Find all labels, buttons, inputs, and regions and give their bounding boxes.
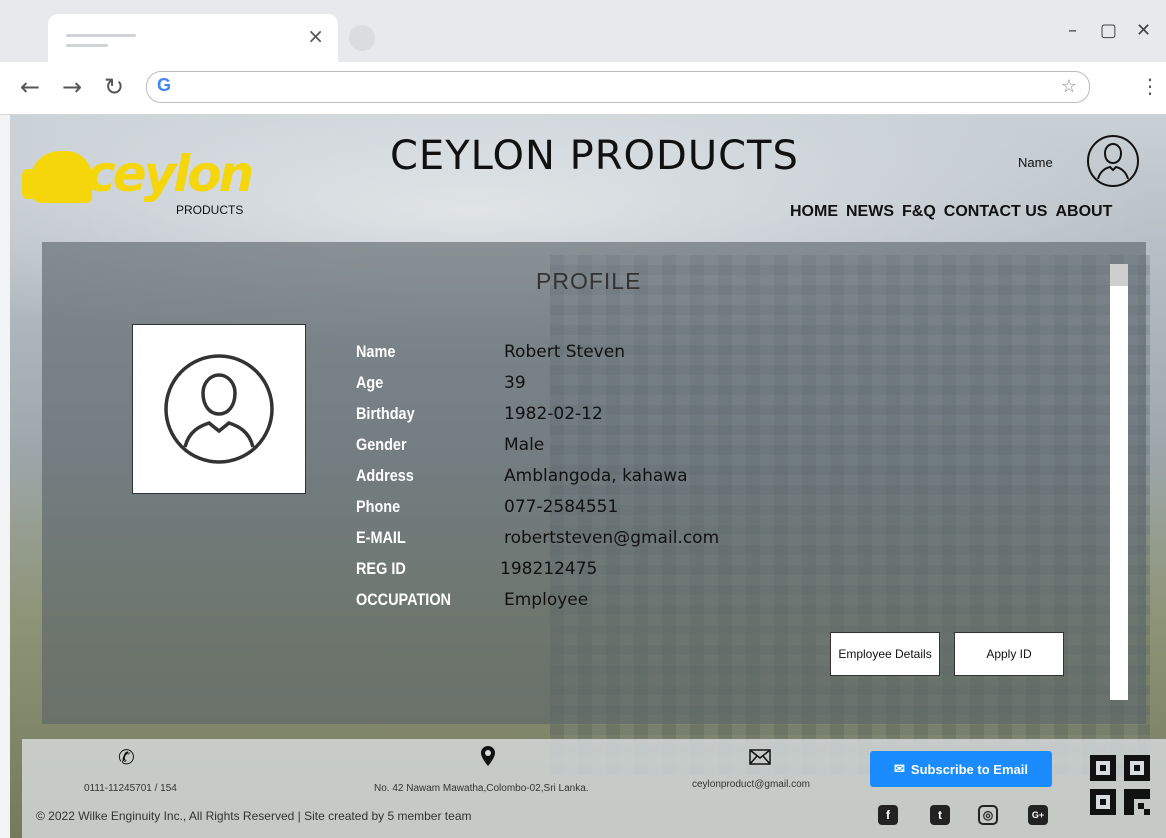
instagram-icon[interactable]: ◎ [978, 805, 998, 825]
logo-wordmark: ceylon [86, 145, 254, 203]
subscribe-email-button[interactable]: ✉ Subscribe to Email [870, 751, 1052, 787]
bookmark-star-icon[interactable]: ☆ [1061, 76, 1077, 97]
nav-news[interactable]: NEWS [846, 203, 894, 221]
browser-tab-bar: × – ▢ ✕ [0, 0, 1166, 62]
profile-title: PROFILE [536, 268, 642, 294]
field-occupation: OCCUPATION Employee [356, 590, 776, 621]
field-value: Amblangoda, kahawa [504, 466, 688, 486]
browser-menu-icon[interactable]: ⋮ [1140, 74, 1160, 98]
profile-photo [132, 324, 306, 494]
field-label: Gender [356, 435, 407, 454]
field-value: Male [504, 435, 545, 455]
field-label: Name [356, 342, 396, 361]
logo-subtitle: PRODUCTS [176, 203, 244, 217]
back-icon[interactable]: ← [20, 74, 40, 100]
user-avatar-icon[interactable] [1085, 133, 1141, 189]
footer-copyright: © 2022 Wilke Enginuity Inc., All Rights … [36, 809, 472, 823]
site-footer: ✆ 0111-11245701 / 154 No. 42 Nawam Mawat… [22, 739, 1166, 838]
field-reg-id: REG ID 198212475 [356, 559, 776, 590]
site-title: CEYLON PRODUCTS [390, 133, 799, 179]
field-value: 39 [504, 373, 526, 393]
scrollbar-thumb[interactable] [1110, 264, 1128, 286]
location-pin-icon [481, 746, 495, 766]
browser-tab[interactable]: × [48, 14, 338, 62]
field-value: 198212475 [500, 559, 598, 579]
facebook-icon[interactable]: f [878, 805, 898, 825]
qr-code-icon [1090, 755, 1150, 815]
field-label: Phone [356, 497, 401, 516]
envelope-icon: ✉ [894, 761, 905, 776]
tab-close-icon[interactable]: × [307, 26, 324, 46]
address-bar-row: ← → ↻ G ☆ ⋮ [0, 62, 1166, 115]
field-email: E-MAIL robertsteven@gmail.com [356, 528, 776, 559]
nav-home[interactable]: HOME [790, 203, 838, 221]
nav-fq[interactable]: F&Q [902, 203, 936, 221]
scrollbar[interactable] [1110, 264, 1128, 700]
twitter-icon[interactable]: t [930, 805, 950, 825]
nav-about[interactable]: ABOUT [1055, 203, 1112, 221]
apply-id-button[interactable]: Apply ID [954, 632, 1064, 676]
new-tab-button[interactable] [349, 25, 375, 51]
footer-phone: 0111-11245701 / 154 [84, 783, 177, 794]
field-value: robertsteven@gmail.com [504, 528, 720, 548]
field-value: Robert Steven [504, 342, 625, 362]
restore-icon[interactable]: ▢ [1100, 20, 1117, 41]
field-address: Address Amblangoda, kahawa [356, 466, 776, 497]
field-label: Birthday [356, 404, 415, 423]
phone-icon: ✆ [118, 745, 135, 769]
footer-address: No. 42 Nawam Mawatha,Colombo-02,Sri Lank… [374, 783, 589, 794]
main-nav: HOME NEWS F&Q CONTACT US ABOUT [790, 203, 1112, 221]
footer-email[interactable]: ceylonproduct@gmail.com [692, 779, 810, 790]
elephant-logo-icon [22, 151, 92, 203]
mail-icon [749, 749, 771, 765]
field-value: Employee [504, 590, 589, 610]
field-birthday: Birthday 1982-02-12 [356, 404, 776, 435]
field-value: 077-2584551 [504, 497, 619, 517]
site-logo[interactable]: ceylon PRODUCTS [22, 137, 266, 217]
reload-icon[interactable]: ↻ [104, 74, 124, 100]
field-phone: Phone 077-2584551 [356, 497, 776, 528]
field-value: 1982-02-12 [504, 404, 603, 424]
user-placeholder-icon [164, 354, 274, 464]
field-label: REG ID [356, 559, 406, 578]
subscribe-label: Subscribe to Email [910, 761, 1028, 777]
field-name: Name Robert Steven [356, 342, 776, 373]
profile-panel: PROFILE Name Robert Steven Age 39 Birthd… [42, 242, 1146, 724]
tab-title-placeholder [66, 44, 108, 47]
field-label: E-MAIL [356, 528, 406, 547]
user-name-label[interactable]: Name [1018, 155, 1053, 170]
minimize-icon[interactable]: – [1068, 20, 1077, 41]
field-label: OCCUPATION [356, 590, 452, 609]
field-age: Age 39 [356, 373, 776, 404]
window-close-icon[interactable]: ✕ [1136, 20, 1151, 41]
field-gender: Gender Male [356, 435, 776, 466]
field-label: Address [356, 466, 414, 485]
forward-icon[interactable]: → [62, 74, 82, 100]
employee-details-button[interactable]: Employee Details [830, 632, 940, 676]
google-plus-icon[interactable]: G+ [1028, 805, 1048, 825]
google-icon: G [157, 75, 172, 95]
field-label: Age [356, 373, 384, 392]
nav-contact-us[interactable]: CONTACT US [944, 203, 1048, 221]
web-page: ceylon PRODUCTS CEYLON PRODUCTS Name HOM… [10, 115, 1166, 838]
tab-title-placeholder [66, 34, 136, 37]
url-input[interactable]: G ☆ [146, 71, 1090, 103]
